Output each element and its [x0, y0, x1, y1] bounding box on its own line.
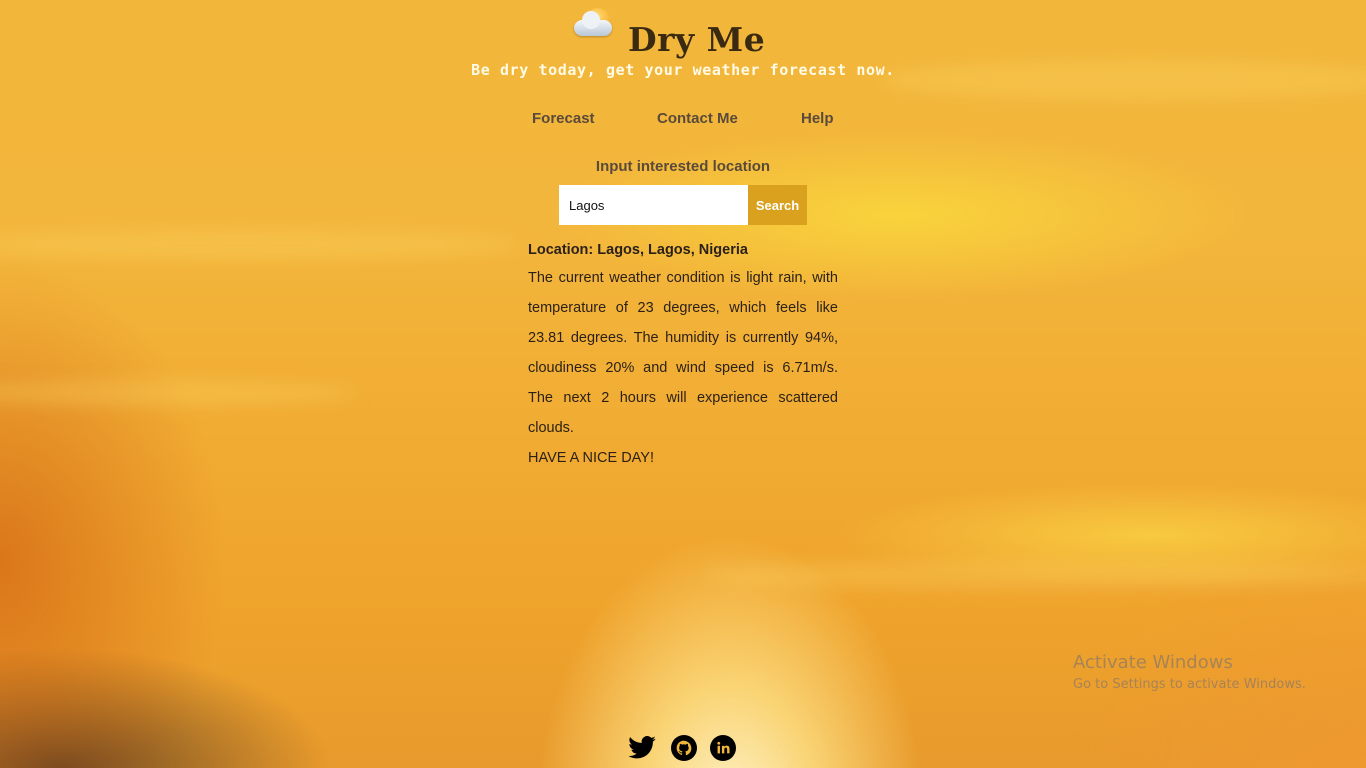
- activate-windows-watermark: Activate Windows Go to Settings to activ…: [1073, 652, 1306, 692]
- twitter-icon[interactable]: [626, 733, 658, 768]
- linkedin-icon[interactable]: [710, 735, 736, 766]
- sun-cloud-icon: [572, 6, 614, 44]
- github-icon[interactable]: [671, 735, 697, 766]
- search-form: Search: [559, 185, 807, 225]
- location-input[interactable]: [559, 185, 748, 225]
- weather-description: The current weather condition is light r…: [528, 270, 838, 436]
- weather-result: Location: Lagos, Lagos, Nigeria The curr…: [528, 237, 838, 473]
- social-links: [626, 733, 749, 768]
- location-heading: Location: Lagos, Lagos, Nigeria: [528, 242, 748, 258]
- closing-message: HAVE A NICE DAY!: [528, 450, 654, 466]
- nav-help[interactable]: Help: [801, 110, 834, 127]
- title-row: Dry Me: [572, 6, 765, 59]
- tagline: Be dry today, get your weather forecast …: [471, 61, 895, 79]
- search-button[interactable]: Search: [748, 185, 807, 225]
- watermark-title: Activate Windows: [1073, 652, 1233, 673]
- app-title: Dry Me: [628, 20, 766, 59]
- nav-contact-me[interactable]: Contact Me: [657, 110, 738, 127]
- search-label: Input interested location: [595, 158, 771, 175]
- watermark-subtitle: Go to Settings to activate Windows.: [1073, 677, 1306, 692]
- nav-forecast[interactable]: Forecast: [532, 110, 595, 127]
